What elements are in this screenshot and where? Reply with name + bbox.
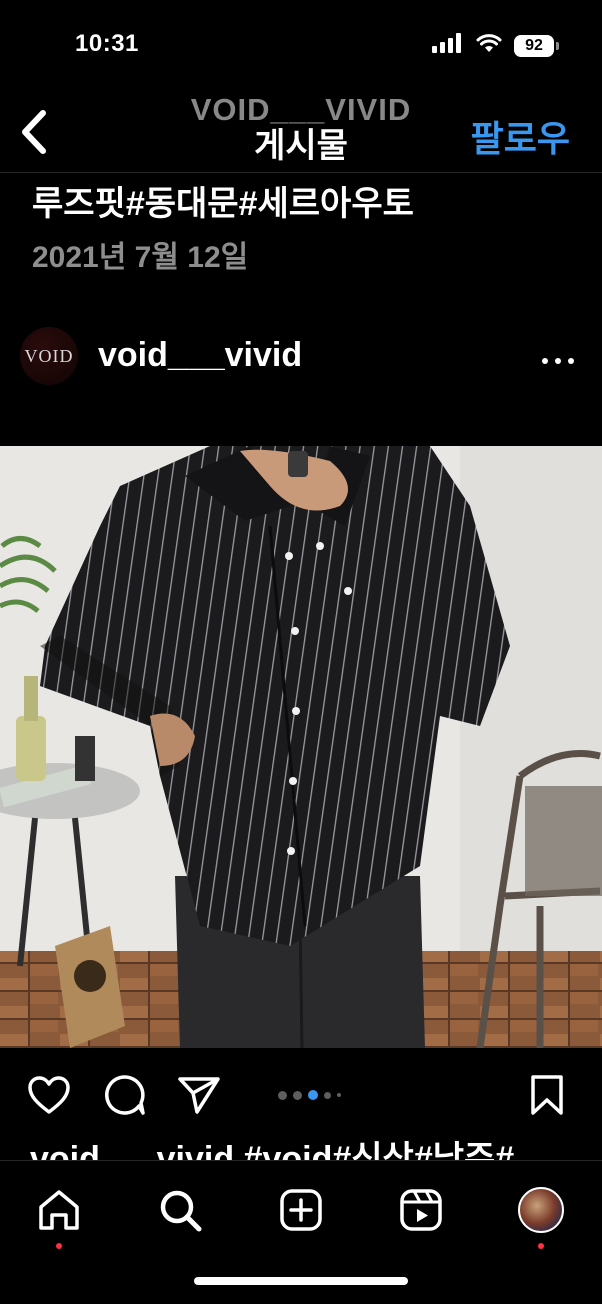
post-action-bar bbox=[0, 1060, 602, 1130]
carousel-indicator bbox=[278, 1090, 341, 1100]
post-header: VOID void___vivid bbox=[0, 322, 602, 392]
tab-home[interactable] bbox=[32, 1183, 86, 1249]
search-icon bbox=[160, 1190, 202, 1232]
heart-icon bbox=[28, 1076, 70, 1114]
caption-hashtags: 루즈핏#동대문#세르아우토 bbox=[32, 185, 414, 223]
home-indicator[interactable] bbox=[194, 1277, 408, 1285]
send-icon bbox=[178, 1077, 220, 1114]
comment-icon bbox=[105, 1075, 145, 1115]
tab-search[interactable] bbox=[153, 1183, 207, 1237]
reels-icon bbox=[400, 1189, 442, 1231]
tab-reels[interactable] bbox=[394, 1183, 448, 1237]
caption-preview: void___vivid #void#신상#남주# bbox=[30, 1140, 590, 1160]
more-options-button[interactable] bbox=[542, 358, 574, 364]
avatar[interactable]: VOID bbox=[20, 327, 78, 385]
carousel-dot bbox=[337, 1093, 341, 1097]
post-username[interactable]: void___vivid bbox=[98, 336, 302, 375]
caption-preview-text: void___vivid #void#신상#남주# bbox=[30, 1140, 515, 1160]
signal-icon bbox=[432, 33, 464, 58]
carousel-dot bbox=[293, 1090, 302, 1100]
profile-avatar bbox=[518, 1187, 564, 1233]
like-button[interactable] bbox=[26, 1072, 72, 1118]
bottom-tab-bar bbox=[0, 1160, 602, 1304]
status-icons: 92 bbox=[432, 33, 559, 58]
carousel-dot-active bbox=[308, 1090, 318, 1100]
notification-dot bbox=[56, 1243, 62, 1249]
status-time: 10:31 bbox=[75, 30, 139, 57]
tab-profile[interactable] bbox=[514, 1183, 568, 1249]
notification-dot bbox=[538, 1243, 544, 1249]
post-photo bbox=[0, 446, 602, 1048]
wifi-icon bbox=[476, 33, 502, 58]
carousel-dot bbox=[278, 1090, 287, 1100]
more-horizontal-icon bbox=[542, 358, 548, 364]
share-button[interactable] bbox=[176, 1072, 222, 1118]
battery-indicator: 92 bbox=[514, 34, 559, 57]
carousel-dot bbox=[324, 1091, 331, 1099]
plus-square-icon bbox=[280, 1189, 322, 1231]
nav-header: VOID___VIVID 게시물 팔로우 bbox=[0, 88, 602, 174]
post-date: 2021년 7월 12일 bbox=[32, 241, 249, 274]
comment-button[interactable] bbox=[102, 1072, 148, 1118]
tab-create[interactable] bbox=[274, 1183, 328, 1237]
header-divider bbox=[0, 172, 602, 173]
follow-button[interactable]: 팔로우 bbox=[471, 110, 570, 162]
avatar-logo-text: VOID bbox=[24, 345, 74, 366]
post-image[interactable] bbox=[0, 446, 602, 1048]
bookmark-icon bbox=[531, 1075, 563, 1115]
save-button[interactable] bbox=[524, 1072, 570, 1118]
status-bar: 10:31 92 bbox=[0, 0, 602, 90]
home-icon bbox=[39, 1190, 79, 1230]
